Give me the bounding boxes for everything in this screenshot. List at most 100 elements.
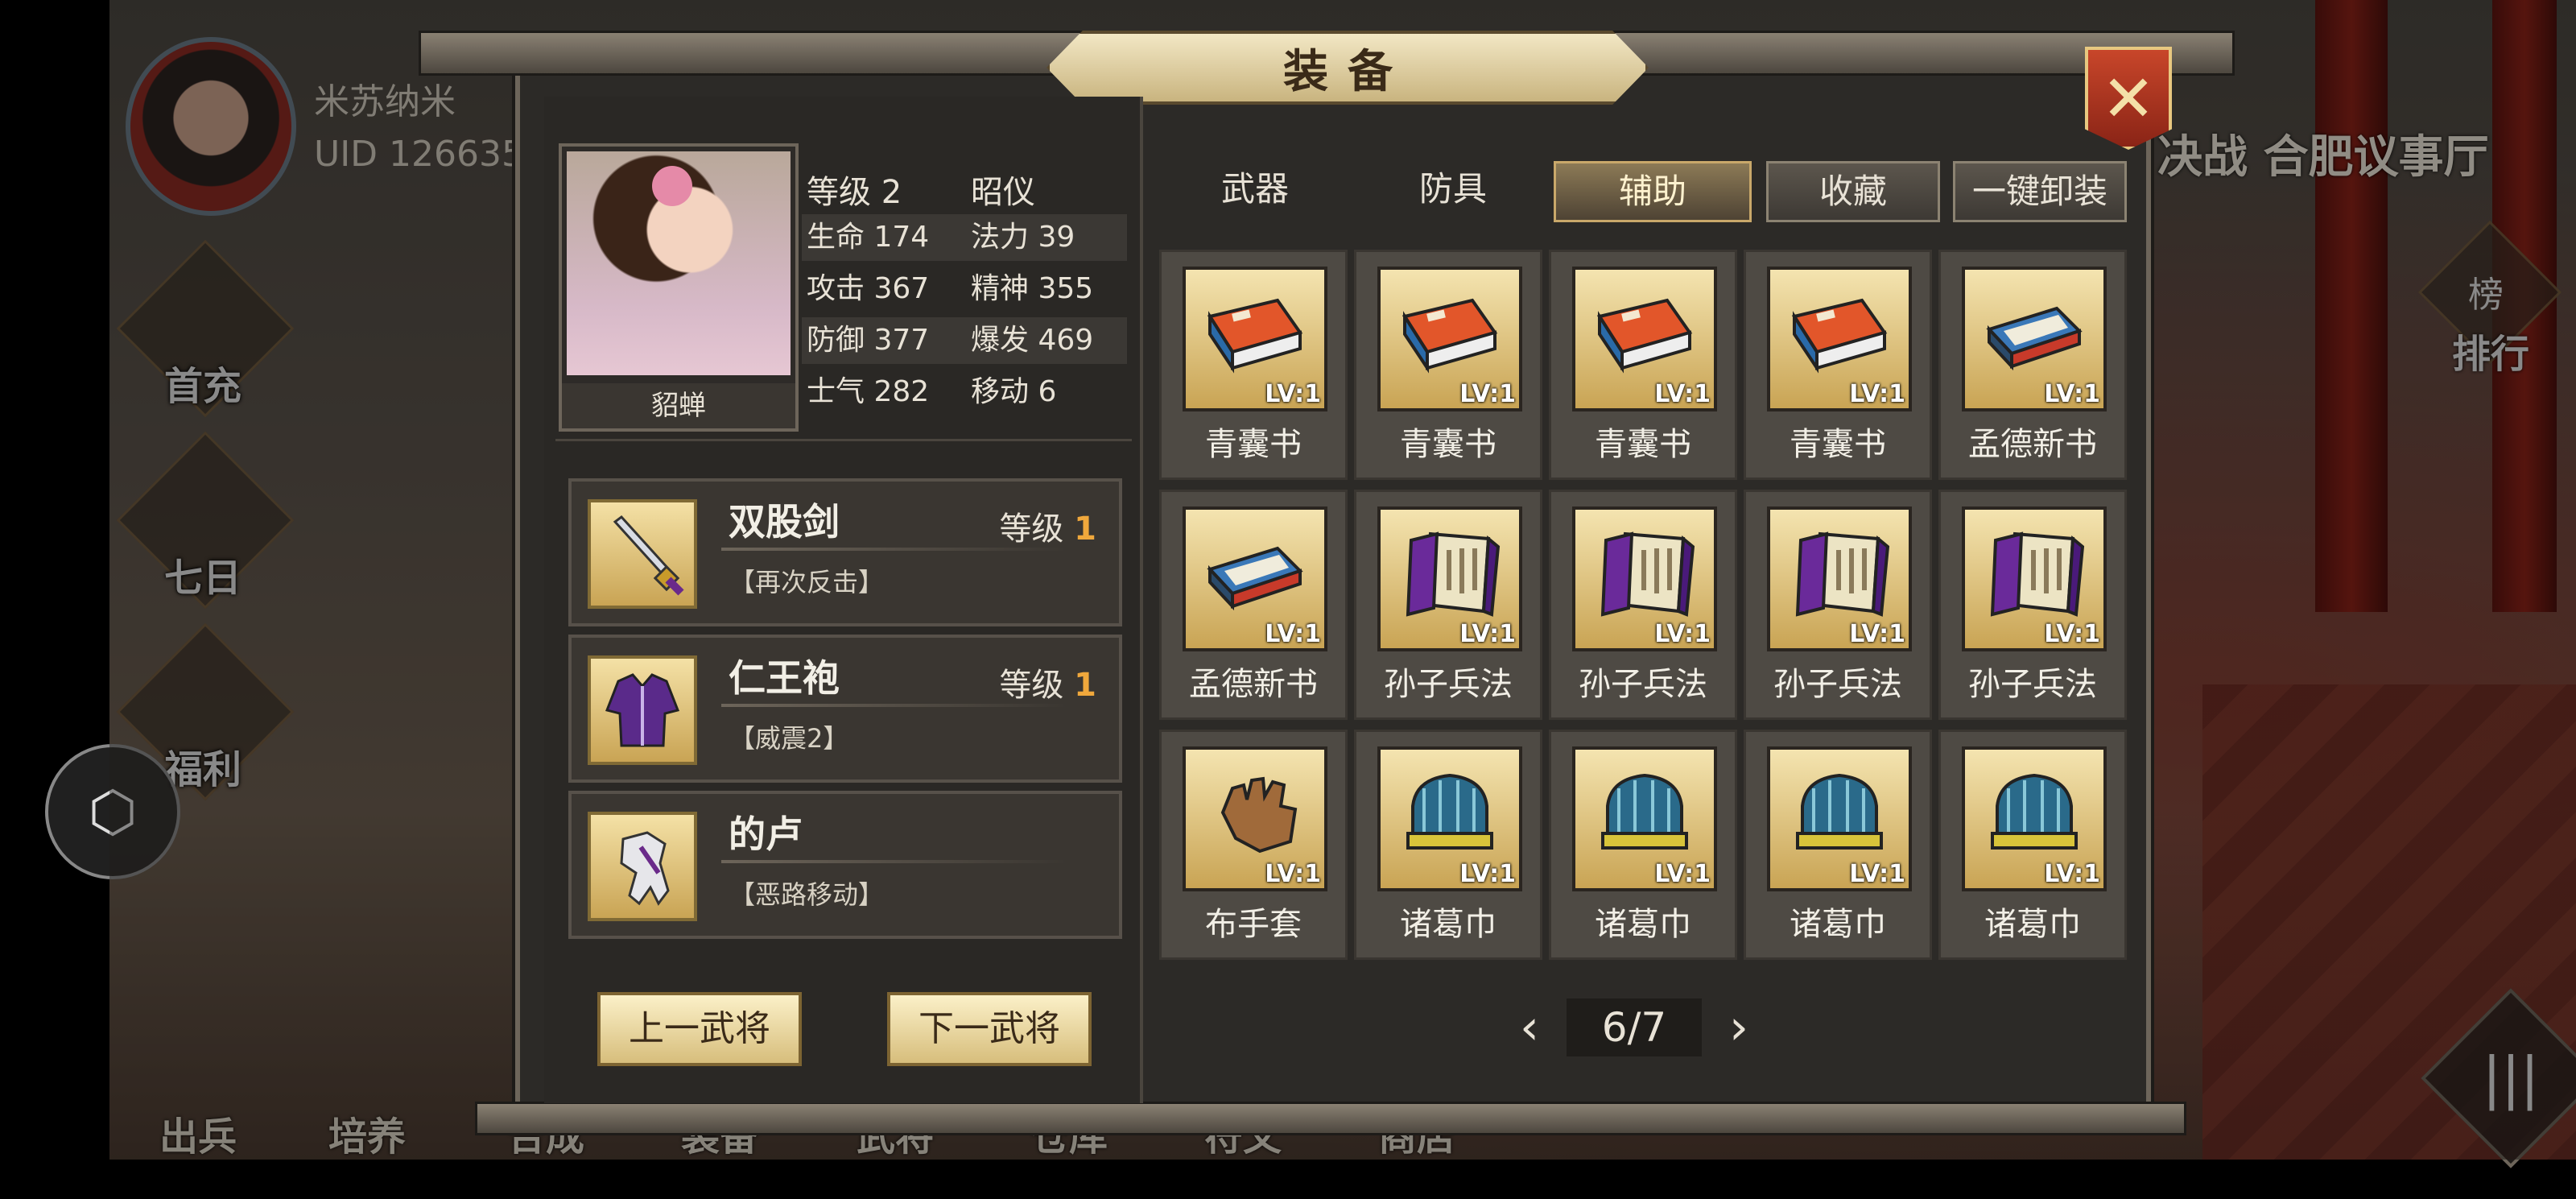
stat-row: 士气 282 移动 6 [807,375,1057,408]
item-icon-frame: LV:1 [1767,506,1912,651]
item-icon-frame: LV:1 [1377,267,1522,411]
prev-general-button[interactable]: 上一武将 [597,992,802,1066]
equipped-skill: 【威震2】 [729,723,849,754]
page-indicator: 6/7 [1567,998,1702,1056]
inventory-item[interactable]: LV:1 诸葛巾 [1744,730,1932,960]
item-name: 诸葛巾 [1400,906,1496,943]
hat-icon [1590,764,1699,861]
pagination: ‹ 6/7 › [1513,995,1755,1060]
flower-ornament-icon [652,166,692,206]
red-book-icon [1785,284,1894,381]
scroll-icon [1979,524,2089,621]
item-icon-frame: LV:1 [1572,746,1717,891]
item-name: 青囊书 [1205,426,1302,463]
equipped-name: 双股剑 [729,500,840,544]
inventory-item[interactable]: LV:1 诸葛巾 [1938,730,2127,960]
stat-row: 生命 174 法力 39 [802,214,1127,261]
item-level: LV:1 [1265,860,1321,888]
tab-armor[interactable]: 防具 [1368,161,1538,217]
item-level: LV:1 [1265,620,1321,648]
item-icon-frame: LV:1 [1183,267,1327,411]
item-icon-frame: LV:1 [1183,746,1327,891]
item-level: LV:1 [2044,860,2100,888]
equipped-name: 的卢 [729,812,803,856]
scroll-icon [1590,524,1699,621]
inventory-item[interactable]: LV:1 孙子兵法 [1744,490,1932,720]
item-level: LV:1 [1459,380,1516,408]
item-level: LV:1 [1654,380,1711,408]
next-general-button[interactable]: 下一武将 [887,992,1092,1066]
item-name: 青囊书 [1595,426,1691,463]
inventory-item[interactable]: LV:1 青囊书 [1159,250,1348,480]
window-title: 装备 [1283,45,1412,98]
item-name: 孟德新书 [1189,666,1318,703]
inventory-item[interactable]: LV:1 青囊书 [1354,250,1542,480]
prev-page-icon[interactable]: ‹ [1520,995,1539,1060]
inventory-item[interactable]: LV:1 布手套 [1159,730,1348,960]
item-icon-frame: LV:1 [1377,746,1522,891]
red-book-icon [1200,284,1310,381]
hat-icon [1395,764,1505,861]
item-icon-frame: LV:1 [1962,506,2107,651]
equipped-name: 仁王袍 [729,656,840,700]
scroll-icon [1785,524,1894,621]
hat-icon [1979,764,2089,861]
item-level: LV:1 [1654,860,1711,888]
item-icon-frame: LV:1 [1962,267,2107,411]
item-name: 孟德新书 [1968,426,2097,463]
stat-row: 攻击 367 精神 355 [807,272,1094,305]
robe-icon [588,655,697,765]
sword-icon [588,499,697,609]
item-icon-frame: LV:1 [1962,746,2107,891]
equipped-skill: 【再次反击】 [729,567,885,597]
tab-aux[interactable]: 辅助 [1554,161,1752,222]
item-name: 青囊书 [1400,426,1496,463]
item-name: 孙子兵法 [1384,666,1513,703]
inventory-item[interactable]: LV:1 孙子兵法 [1938,490,2127,720]
window-bottom-border [475,1102,2186,1135]
blue-book-icon [1979,284,2089,381]
tab-collect[interactable]: 收藏 [1766,161,1940,222]
item-name: 诸葛巾 [1984,906,2081,943]
inventory-item[interactable]: LV:1 孙子兵法 [1549,490,1737,720]
item-name: 诸葛巾 [1790,906,1886,943]
general-portrait[interactable]: 貂蝉 [559,143,799,432]
item-name: 孙子兵法 [1968,666,2097,703]
item-level: LV:1 [1265,380,1321,408]
item-name: 孙子兵法 [1773,666,1902,703]
inventory-item[interactable]: LV:1 孟德新书 [1938,250,2127,480]
close-button[interactable]: ✕ [2085,47,2172,150]
item-icon-frame: LV:1 [1183,506,1327,651]
item-level: LV:1 [1459,620,1516,648]
item-icon-frame: LV:1 [1767,267,1912,411]
equipped-weapon-slot[interactable]: 双股剑 等级 1 【再次反击】 [568,478,1122,626]
equipped-armor-slot[interactable]: 仁王袍 等级 1 【威震2】 [568,635,1122,783]
equipped-horse-slot[interactable]: 的卢 【恶路移动】 [568,791,1122,939]
red-book-icon [1590,284,1699,381]
equipped-level: 等级 1 [999,511,1096,548]
item-level: LV:1 [1849,380,1905,408]
inventory-item[interactable]: LV:1 孟德新书 [1159,490,1348,720]
inventory-item[interactable]: LV:1 青囊书 [1549,250,1737,480]
inventory-item[interactable]: LV:1 诸葛巾 [1354,730,1542,960]
item-level: LV:1 [1849,620,1905,648]
close-icon: ✕ [2101,60,2156,136]
horse-icon [588,812,697,921]
general-rank: 昭仪 [971,174,1035,211]
equipped-level: 等级 1 [999,667,1096,704]
inventory-item[interactable]: LV:1 孙子兵法 [1354,490,1542,720]
next-page-icon[interactable]: › [1729,995,1748,1060]
tab-weapon[interactable]: 武器 [1170,161,1340,217]
item-name: 青囊书 [1790,426,1886,463]
divider [721,548,1067,551]
unequip-all-button[interactable]: 一键卸装 [1953,161,2127,222]
blue-book-icon [1200,524,1310,621]
item-name: 孙子兵法 [1579,666,1707,703]
item-icon-frame: LV:1 [1572,267,1717,411]
item-icon-frame: LV:1 [1572,506,1717,651]
item-icon-frame: LV:1 [1377,506,1522,651]
level-value: 2 [881,174,902,211]
inventory-item[interactable]: LV:1 青囊书 [1744,250,1932,480]
inventory-item[interactable]: LV:1 诸葛巾 [1549,730,1737,960]
item-level: LV:1 [1459,860,1516,888]
